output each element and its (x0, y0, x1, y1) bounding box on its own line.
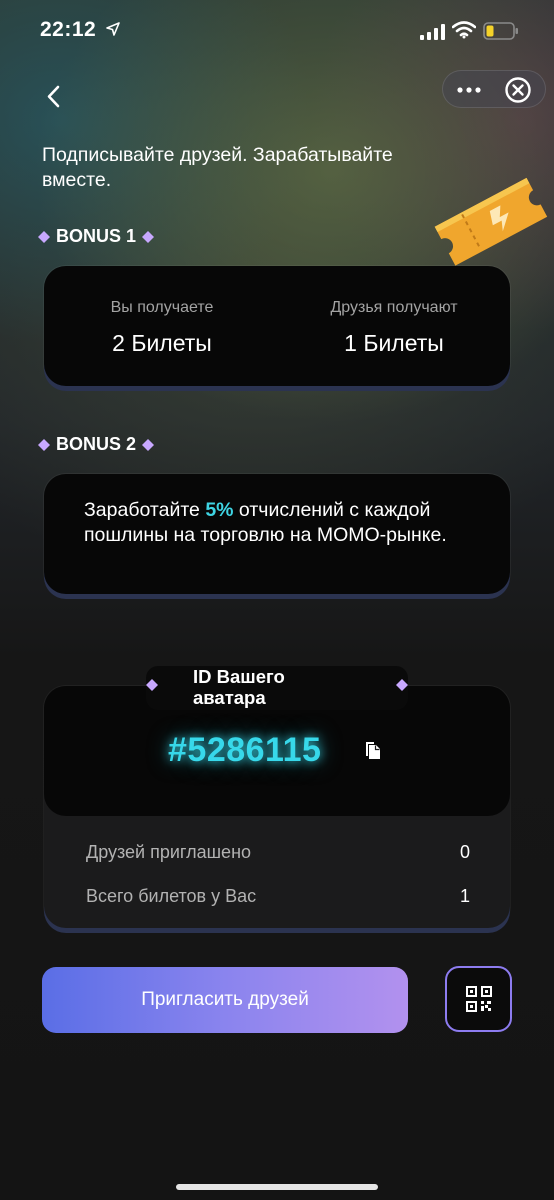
invite-friends-button[interactable]: Пригласить друзей (42, 967, 408, 1033)
diamond-icon (38, 230, 50, 243)
battery-icon (483, 22, 518, 40)
bonus1-label-text: BONUS 1 (56, 226, 137, 246)
bonus2-label-text: BONUS 2 (56, 434, 137, 454)
friends-get-value: 1 Билеты (344, 330, 444, 356)
stat-row-invited: Друзей приглашено 0 (86, 842, 470, 863)
back-button[interactable] (38, 80, 72, 114)
chevron-left-icon (47, 85, 60, 108)
qr-code-icon (465, 986, 492, 1012)
stat-label: Друзей приглашено (86, 842, 252, 862)
ticket-icon (434, 177, 548, 266)
bonus2-card: Заработайте 5% отчислений с каждой пошли… (44, 474, 510, 594)
friends-get-label: Друзья получают (330, 299, 458, 316)
page-headline: Подписывайте друзей. Зарабатывайте вмест… (42, 144, 393, 191)
close-circle-icon (505, 77, 531, 103)
diamond-icon (142, 438, 155, 451)
location-arrow-icon (106, 22, 120, 36)
avatar-id-value: #5286115 (168, 731, 322, 769)
diamond-icon (142, 230, 155, 243)
you-get-column: Вы получаете 2 Билеты (62, 299, 262, 357)
close-button[interactable] (503, 75, 533, 105)
more-button[interactable] (443, 71, 495, 109)
copy-icon[interactable] (364, 741, 382, 761)
wifi-icon (452, 21, 476, 39)
avatar-id-label: ID Вашего аватара (193, 666, 285, 708)
you-get-value: 2 Билеты (112, 330, 212, 356)
bonus2-label: BONUS 2 (38, 434, 155, 455)
diamond-icon (38, 438, 50, 451)
stat-label: Всего билетов у Вас (86, 886, 257, 906)
you-get-label: Вы получаете (110, 299, 214, 316)
bonus2-text-before: Заработайте (84, 499, 206, 521)
invite-button-label: Пригласить друзей (141, 989, 309, 1010)
diamond-icon (146, 679, 158, 691)
bonus2-description: Заработайте 5% отчислений с каждой пошли… (84, 498, 464, 548)
mini-app-capsule (442, 70, 546, 108)
stat-row-tickets: Всего билетов у Вас 1 (86, 886, 470, 907)
bonus2-percent: 5% (205, 499, 234, 521)
bonus1-label: BONUS 1 (38, 226, 155, 247)
stat-value: 1 (459, 886, 470, 906)
status-bar: 22:12 (0, 0, 554, 60)
bonus1-card: Вы получаете 2 Билеты Друзья получают 1 … (44, 266, 510, 386)
home-indicator (176, 1184, 378, 1190)
more-dots-icon (457, 87, 481, 93)
cellular-signal-icon (420, 24, 445, 40)
status-time: 22:12 (40, 18, 97, 41)
friends-get-column: Друзья получают 1 Билеты (294, 299, 494, 357)
diamond-icon (396, 679, 408, 691)
qr-code-button[interactable] (445, 966, 512, 1032)
stat-value: 0 (459, 842, 470, 862)
